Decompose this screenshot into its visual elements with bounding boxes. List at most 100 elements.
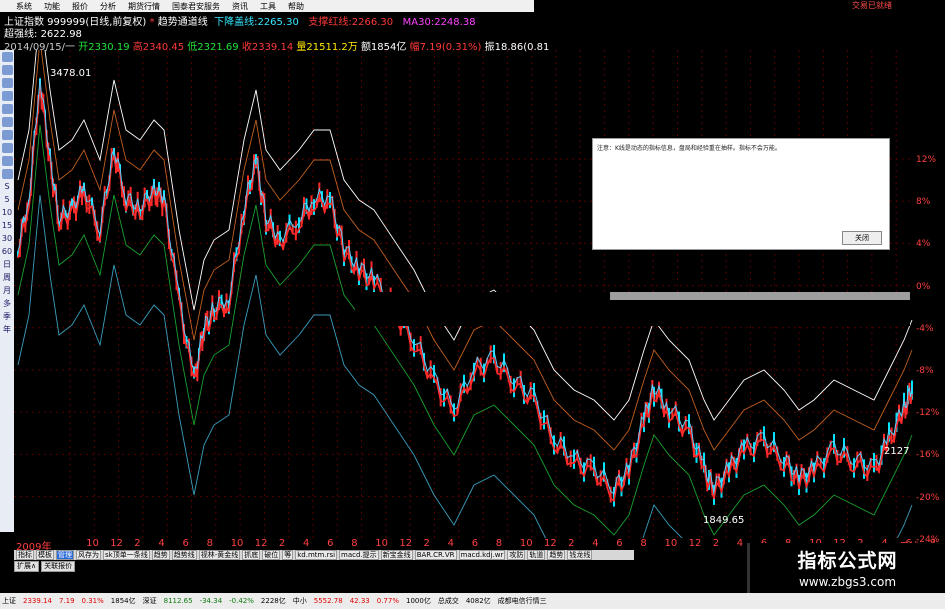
candle — [453, 403, 455, 422]
period-button[interactable]: 日 — [3, 260, 11, 270]
menu-item-8[interactable]: 帮助 — [288, 1, 304, 12]
indicator-tab[interactable]: macd.kdj.wr — [458, 550, 506, 560]
toolbar-tool-icon[interactable] — [1, 65, 13, 75]
period-button[interactable]: 年 — [3, 325, 11, 335]
indicator-tab[interactable]: 钱龙线 — [567, 550, 593, 560]
indicator-tab[interactable]: BAR.CR.VR — [414, 550, 457, 560]
date-tick-label: 8 — [640, 538, 647, 549]
zx-amount: 1000亿 — [406, 597, 431, 605]
menu-item-0[interactable]: 系统 — [16, 1, 32, 12]
date-tick-label: 12 — [688, 538, 702, 549]
toolbar-tool-icon[interactable] — [1, 117, 13, 127]
axis-tick-label: -16% — [916, 450, 940, 461]
date-tick-label: 8 — [351, 538, 358, 549]
menu-bar: 系统 功能 报价 分析 期货行情 国泰君安服务 资讯 工具 帮助 — [0, 0, 534, 12]
total-value: 4082亿 — [465, 597, 491, 605]
date-tick-label: 4 — [158, 538, 165, 549]
last-price-label: 2127 — [884, 446, 910, 457]
sh-pct: 0.31% — [81, 597, 104, 605]
period-button[interactable]: 季 — [3, 312, 11, 322]
date-tick-label: 2 — [568, 538, 575, 549]
indicator-tab[interactable]: 指标 — [16, 550, 34, 560]
axis-tick-label: -4% — [916, 323, 934, 334]
menu-item-7[interactable]: 工具 — [260, 1, 276, 12]
toolbar-tool-icon[interactable] — [1, 104, 13, 114]
sz-value: 8112.65 — [163, 597, 193, 605]
axis-tick-label: -8% — [916, 366, 934, 376]
toolbar-tool-icon[interactable] — [1, 156, 13, 166]
zx-change: 42.33 — [349, 597, 370, 605]
candle — [599, 470, 602, 487]
zx-pct: 0.77% — [376, 597, 399, 605]
indicator-tab[interactable]: 破位 — [262, 550, 281, 560]
indicator-tab[interactable]: 视林-黄金线 — [198, 550, 241, 560]
sh-change: 7.19 — [58, 597, 75, 605]
date-tick-label: 2 — [278, 538, 286, 549]
sub-tab[interactable]: 关联报价 — [41, 561, 76, 572]
indicator-tab[interactable]: 等 — [282, 550, 294, 560]
date-tick-label: 12 — [254, 538, 268, 549]
period-button[interactable]: 5 — [4, 195, 9, 205]
server-name[interactable]: 成都电信行情三 — [498, 596, 547, 606]
candle — [413, 339, 415, 357]
date-tick-label: 8 — [495, 538, 503, 549]
total-label: 总成交 — [437, 597, 459, 605]
indicator-tab[interactable]: 趋势 — [151, 550, 170, 560]
indicator-tab[interactable]: 新宝金线 — [380, 550, 413, 560]
axis-tick-label: 8% — [916, 197, 931, 208]
menu-item-4[interactable]: 期货行情 — [128, 1, 160, 12]
indicator-tab[interactable]: 趋势线 — [171, 550, 197, 560]
date-tick-label: 12 — [544, 538, 557, 549]
indicator-tab[interactable]: 管理 — [56, 550, 74, 560]
indicator-tab[interactable]: 轨道 — [527, 550, 546, 560]
sh-amount: 1854亿 — [110, 597, 136, 605]
indicator-tab[interactable]: kd.mtm.rsi — [295, 550, 338, 560]
period-button[interactable]: 15 — [2, 221, 12, 231]
sh-label[interactable]: 上证 — [2, 596, 16, 606]
indicator-tab[interactable]: 抓底 — [242, 550, 261, 560]
toolbar-tool-icon[interactable] — [1, 52, 13, 62]
lower-line-label: 下降盖线: — [214, 17, 258, 28]
menu-item-3[interactable]: 分析 — [100, 1, 116, 12]
left-toolbar: S 5 10 15 30 60 日周月多季年 — [0, 50, 14, 532]
indicator-tab[interactable]: sk顶单一条线 — [103, 550, 150, 560]
sub-tab[interactable]: 扩展∧ — [14, 561, 40, 572]
lower-line-value: 2265.30 — [257, 17, 299, 28]
indicator-tab[interactable]: 模板 — [36, 550, 54, 560]
sz-pct: -0.42% — [229, 597, 254, 605]
date-tick-label: 10 — [86, 538, 99, 549]
period-button[interactable]: 多 — [3, 299, 11, 309]
toolbar-tool-icon[interactable] — [1, 169, 13, 179]
sz-label[interactable]: 深证 — [143, 596, 157, 606]
toolbar-tool-icon[interactable] — [1, 91, 13, 101]
toolbar-tool-icon[interactable] — [1, 78, 13, 88]
menu-item-6[interactable]: 资讯 — [232, 1, 248, 12]
period-button[interactable]: 周 — [3, 273, 11, 283]
period-button[interactable]: S — [4, 182, 9, 192]
date-tick-label: 4 — [592, 538, 599, 549]
indicator-tab[interactable]: 风存为 — [76, 550, 101, 560]
close-button[interactable]: 关闭 — [842, 231, 882, 245]
indicator-tab[interactable]: 趋势 — [547, 550, 566, 560]
date-tick-label: 10 — [230, 538, 244, 549]
period-button[interactable]: 60 — [2, 247, 12, 257]
menu-item-2[interactable]: 报价 — [72, 1, 88, 12]
toolbar-tool-icon[interactable] — [1, 143, 13, 153]
candle — [88, 194, 91, 214]
date-tick-label: 10 — [664, 538, 678, 549]
candle — [329, 192, 331, 209]
period-button[interactable]: 30 — [2, 234, 12, 244]
star-icon: * — [149, 17, 155, 28]
period-button[interactable]: 10 — [2, 208, 12, 218]
candle — [853, 458, 855, 478]
zx-label[interactable]: 中小 — [293, 596, 307, 606]
menu-item-5[interactable]: 国泰君安服务 — [172, 1, 220, 12]
indicator-tab[interactable]: macd.提示 — [339, 550, 379, 560]
watermark-url: www.zbgs3.com — [798, 575, 897, 589]
date-tick-label: 4 — [736, 538, 744, 549]
date-tick-label: 8 — [206, 538, 213, 549]
menu-item-1[interactable]: 功能 — [44, 1, 60, 12]
period-button[interactable]: 月 — [3, 286, 11, 296]
toolbar-tool-icon[interactable] — [1, 130, 13, 140]
indicator-tab[interactable]: 攻防 — [507, 550, 526, 560]
